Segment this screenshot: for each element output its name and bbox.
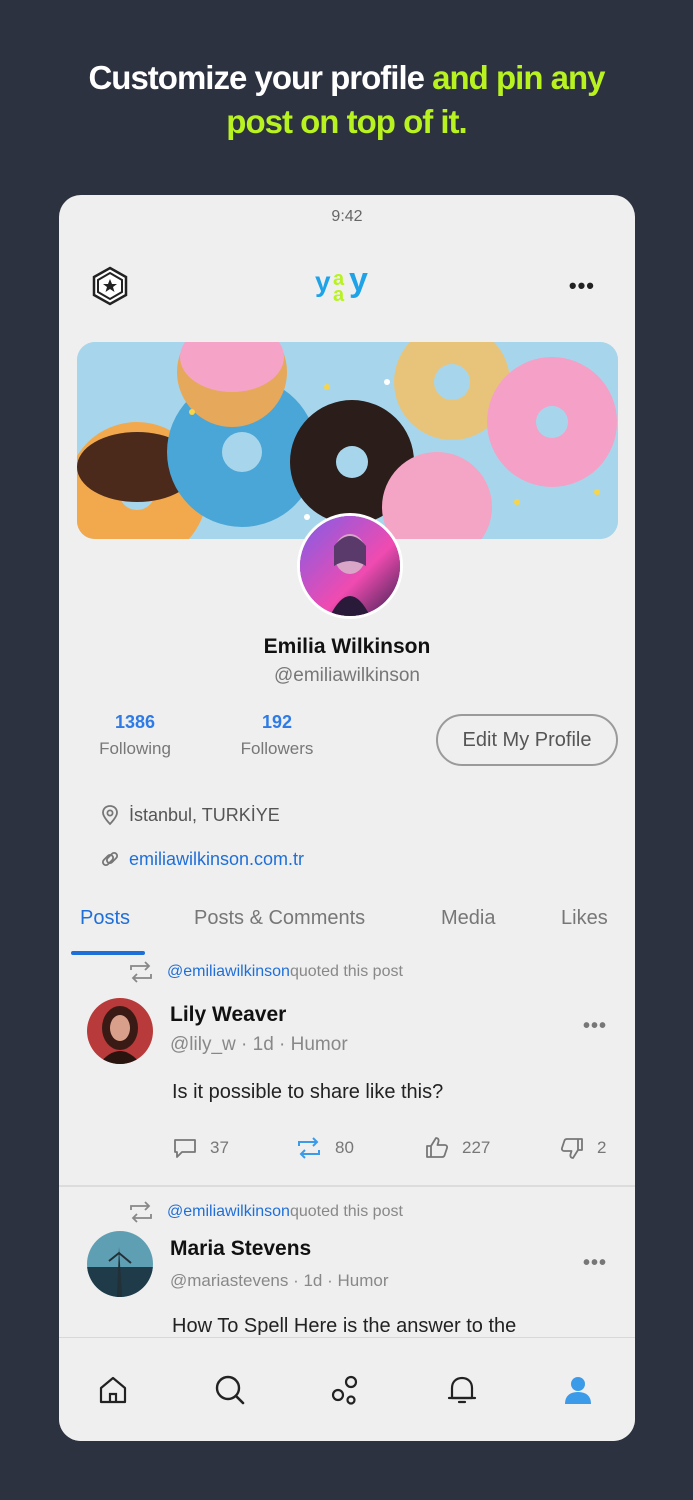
svg-text:y: y xyxy=(349,261,368,299)
discover-icon[interactable] xyxy=(329,1373,363,1407)
followers-count: 192 xyxy=(261,712,293,732)
followers-label: Followers xyxy=(240,739,314,758)
quoted-indicator: @emiliawilkinson quoted this post xyxy=(127,961,403,983)
location-text: İstanbul, TURKİYE xyxy=(129,804,280,825)
thumbs-down-icon xyxy=(560,1138,583,1159)
avatar[interactable] xyxy=(87,1231,153,1297)
tab-posts[interactable]: Posts xyxy=(80,907,130,930)
comment-action[interactable]: 37 xyxy=(172,1136,229,1160)
location-pin-icon xyxy=(102,805,118,826)
repost-action[interactable]: 80 xyxy=(295,1136,354,1160)
location-row: İstanbul, TURKİYE xyxy=(99,801,280,829)
post-text: Is it possible to share like this? xyxy=(172,1081,444,1103)
quoted-indicator: @emiliawilkinson quoted this post xyxy=(127,1201,403,1223)
following-label: Following xyxy=(99,739,171,758)
svg-text:a: a xyxy=(333,284,345,306)
website-row[interactable]: emiliawilkinson.com.tr xyxy=(99,845,304,873)
post-meta: @mariastevens · 1d · Humor xyxy=(170,1271,389,1290)
search-icon[interactable] xyxy=(213,1373,247,1407)
edit-profile-button[interactable]: Edit My Profile xyxy=(436,714,618,766)
status-time: 9:42 xyxy=(331,208,363,225)
post-meta: @lily_w · 1d · Humor xyxy=(170,1034,348,1055)
post-text: How To Spell Here is the answer to the xyxy=(172,1315,517,1335)
tab-media[interactable]: Media xyxy=(441,907,495,930)
following-count: 1386 xyxy=(114,712,156,732)
followers-stat[interactable]: 192 Followers xyxy=(227,712,327,759)
tab-posts-comments[interactable]: Posts & Comments xyxy=(194,907,365,930)
like-count: 227 xyxy=(462,1138,491,1157)
headline: Customize your profile and pin any post … xyxy=(0,56,693,144)
profile-name: Emilia Wilkinson xyxy=(263,635,431,658)
tab-likes[interactable]: Likes xyxy=(561,907,608,930)
bell-icon[interactable] xyxy=(445,1373,479,1407)
profile-tabs: Posts Posts & Comments Media Likes xyxy=(59,907,635,955)
dislike-action[interactable]: 2 xyxy=(559,1136,606,1160)
phone-screen: 9:42 y a a y ••• Emilia Wilkinson @emili… xyxy=(59,195,635,1441)
post-actions: 37 80 227 2 xyxy=(59,1136,635,1166)
svg-text:y: y xyxy=(315,266,331,297)
home-icon[interactable] xyxy=(96,1373,130,1407)
following-stat[interactable]: 1386 Following xyxy=(85,712,185,759)
repost-icon xyxy=(130,1201,152,1223)
comment-count: 37 xyxy=(210,1138,229,1157)
avatar[interactable] xyxy=(87,998,153,1064)
post-item[interactable]: @emiliawilkinson quoted this post Maria … xyxy=(59,1197,635,1335)
profile-handle: @emiliawilkinson xyxy=(274,665,420,686)
active-tab-indicator xyxy=(71,951,145,955)
repost-icon xyxy=(130,961,152,983)
post-author-name[interactable]: Maria Stevens xyxy=(170,1237,311,1261)
repost-count: 80 xyxy=(335,1138,354,1157)
quoted-text: quoted this post xyxy=(289,963,403,980)
quoted-user[interactable]: @emiliawilkinson xyxy=(167,1203,290,1221)
quoted-text: quoted this post xyxy=(289,1203,403,1220)
repost-icon xyxy=(298,1137,320,1159)
headline-part3: post on top of it. xyxy=(226,103,467,140)
thumbs-up-icon xyxy=(426,1137,449,1158)
quoted-user[interactable]: @emiliawilkinson xyxy=(167,963,290,981)
headline-part1: Customize your profile xyxy=(88,59,425,96)
post-author-name[interactable]: Lily Weaver xyxy=(170,1003,286,1027)
headline-part2: and pin any xyxy=(424,59,605,96)
comment-icon xyxy=(174,1139,196,1158)
post-item[interactable]: @emiliawilkinson quoted this post Lily W… xyxy=(59,957,635,1185)
profile-icon[interactable] xyxy=(561,1373,595,1407)
post-more-icon[interactable]: ••• xyxy=(583,1252,607,1275)
cover-image[interactable] xyxy=(77,342,618,539)
post-more-icon[interactable]: ••• xyxy=(583,1015,607,1038)
badge-icon[interactable] xyxy=(89,265,131,307)
link-icon xyxy=(101,851,119,867)
profile-avatar[interactable] xyxy=(297,513,403,619)
bottom-navigation xyxy=(59,1337,635,1441)
more-options-icon[interactable]: ••• xyxy=(569,273,595,299)
dislike-count: 2 xyxy=(597,1138,607,1157)
website-link[interactable]: emiliawilkinson.com.tr xyxy=(129,849,304,870)
like-action[interactable]: 227 xyxy=(424,1136,490,1160)
yaay-logo: y a a y xyxy=(315,261,368,306)
post-divider xyxy=(59,1185,635,1187)
